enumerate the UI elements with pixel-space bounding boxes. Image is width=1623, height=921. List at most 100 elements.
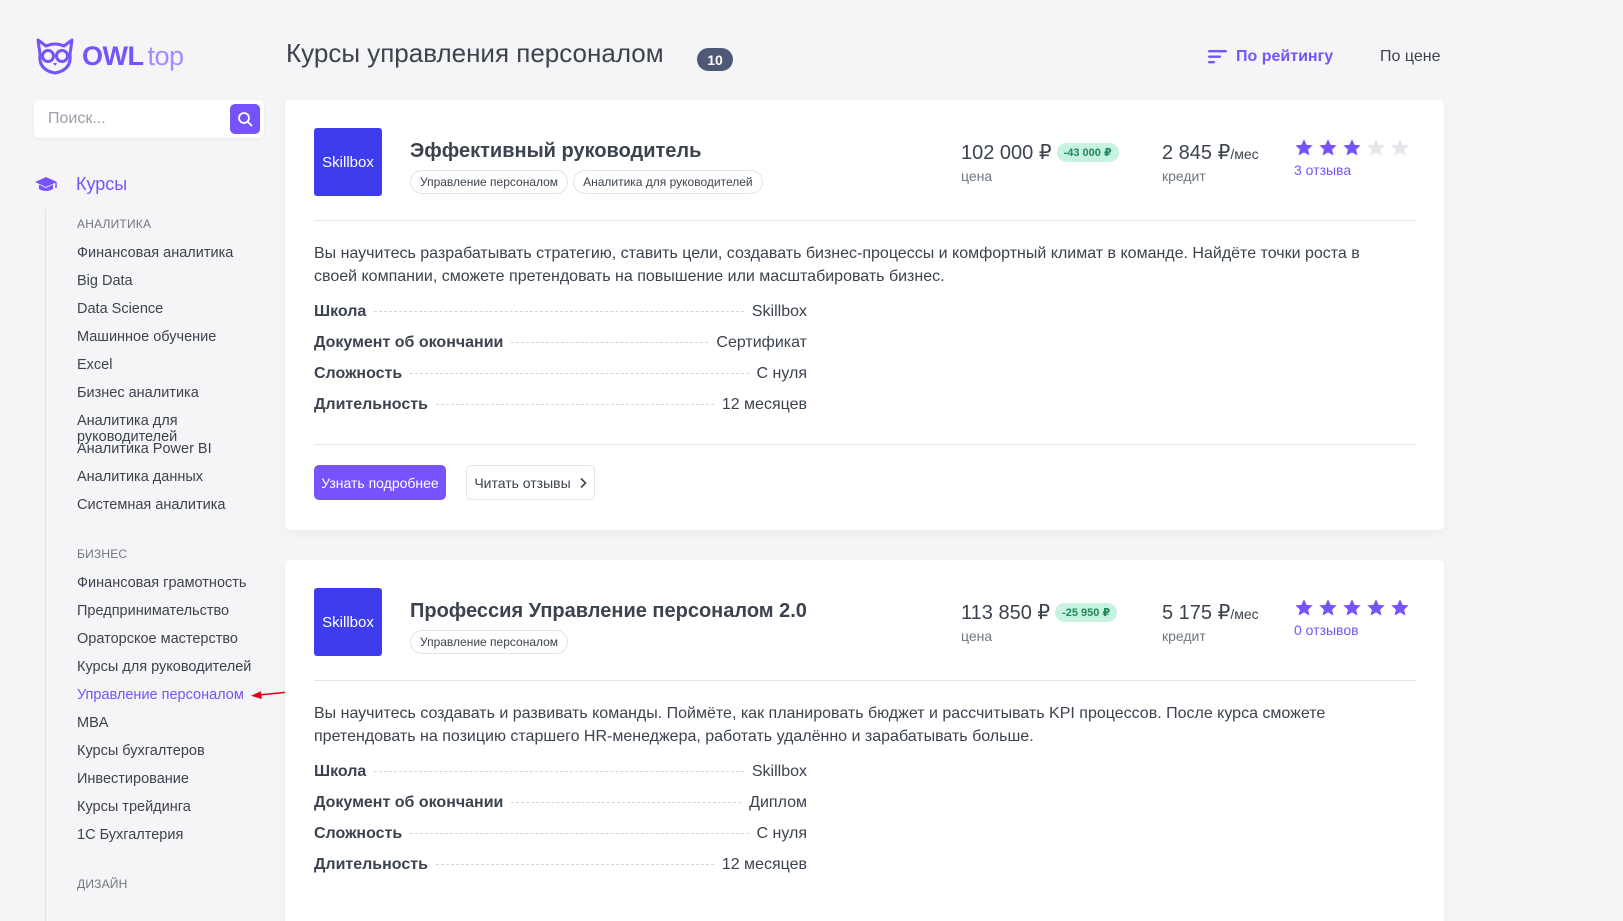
star-filled-icon[interactable] (1342, 138, 1362, 158)
course-tag[interactable]: Управление персоналом (410, 170, 569, 194)
feature-row: Сложность С нуля (314, 825, 807, 856)
feature-dots (374, 311, 744, 312)
menu-item-business-analytics[interactable]: Бизнес аналитика (77, 385, 257, 413)
feature-row: Длительность 12 месяцев (314, 396, 807, 427)
credit-unit: /мес (1230, 606, 1259, 622)
star-empty-icon[interactable] (1366, 138, 1386, 158)
feature-value: Диплом (749, 794, 807, 811)
feature-row: Школа Skillbox (314, 763, 807, 794)
search-box (34, 100, 264, 138)
menu-item-analytics-for-managers[interactable]: Аналитика для руководителей (77, 413, 197, 445)
reviews-count-link[interactable]: 0 отзывов (1294, 622, 1410, 638)
category-title: Бизнес (77, 547, 128, 561)
feature-name: Документ об окончании (314, 334, 504, 351)
course-title[interactable]: Профессия Управление персоналом 2.0 (410, 600, 807, 623)
credit-value: 5 175 ₽ (1162, 602, 1231, 624)
feature-dots (511, 342, 709, 343)
menu-item-trading-courses[interactable]: Курсы трейдинга (77, 799, 257, 827)
sort-by-price-label: По цене (1380, 48, 1441, 65)
menu-item-1c-accounting[interactable]: 1С Бухгалтерия (77, 827, 257, 855)
discount-badge: -25 950 ₽ (1055, 603, 1118, 622)
school-logo[interactable]: Skillbox (314, 128, 382, 196)
course-features: Школа Skillbox Документ об окончании Сер… (314, 303, 807, 427)
feature-dots (435, 864, 714, 865)
chevron-right-icon (580, 477, 587, 488)
menu-item-excel[interactable]: Excel (77, 357, 257, 385)
menu-item-courses-for-managers[interactable]: Курсы для руководителей (77, 659, 257, 687)
feature-value: С нуля (756, 825, 807, 842)
feature-value: Skillbox (751, 303, 807, 320)
course-card: Skillbox Профессия Управление персоналом… (285, 560, 1444, 921)
course-tag[interactable]: Управление персоналом (410, 630, 569, 654)
price-label: цена (961, 168, 993, 184)
price-value: 102 000 ₽ (961, 142, 1052, 164)
menu-item-system-analytics[interactable]: Системная аналитика (77, 497, 257, 525)
course-title[interactable]: Эффективный руководитель (410, 140, 701, 163)
star-filled-icon[interactable] (1366, 598, 1386, 618)
credit-label: кредит (1162, 628, 1206, 644)
sidebar: OWLtop Курсы Аналитика Финансовая аналит… (0, 0, 290, 921)
course-count-badge: 10 (697, 48, 733, 71)
menu-item-data-science[interactable]: Data Science (77, 301, 257, 329)
credit-unit: /мес (1230, 146, 1259, 162)
menu-item-data-analytics[interactable]: Аналитика данных (77, 469, 257, 497)
menu-courses-label: Курсы (76, 174, 128, 194)
menu-item-financial-analytics[interactable]: Финансовая аналитика (77, 245, 257, 273)
star-filled-icon[interactable] (1294, 598, 1314, 618)
feature-name: Школа (314, 763, 367, 780)
menu-item-hr-management[interactable]: Управление персоналом (77, 687, 257, 715)
rating-block: 0 отзывов (1294, 598, 1410, 638)
star-filled-icon[interactable] (1390, 598, 1410, 618)
star-filled-icon[interactable] (1294, 138, 1314, 158)
menu-divider-line (45, 210, 46, 921)
feature-name: Школа (314, 303, 367, 320)
price-block: 102 000 ₽ -43 000 ₽ цена (961, 140, 1119, 184)
menu-courses[interactable]: Курсы (34, 174, 127, 195)
category-title: Дизайн (77, 877, 128, 891)
search-button[interactable] (230, 104, 260, 134)
menu-item-big-data[interactable]: Big Data (77, 273, 257, 301)
logo[interactable]: OWL top (34, 36, 184, 76)
owl-logo-icon (36, 38, 74, 75)
feature-row: Школа Skillbox (314, 303, 807, 334)
star-filled-icon[interactable] (1318, 138, 1338, 158)
course-tags: Управление персоналом (410, 630, 569, 654)
learn-more-button[interactable]: Узнать подробнее (314, 465, 446, 500)
search-input[interactable] (34, 100, 214, 138)
menu-item-power-bi[interactable]: Аналитика Power BI (77, 441, 257, 469)
course-tag[interactable]: Аналитика для руководителей (573, 170, 763, 194)
sort-by-rating-label: По рейтингу (1236, 48, 1334, 65)
menu-item-entrepreneurship[interactable]: Предпринимательство (77, 603, 257, 631)
price-block: 113 850 ₽ -25 950 ₽ цена (961, 600, 1118, 644)
discount-badge: -43 000 ₽ (1056, 143, 1119, 162)
star-filled-icon[interactable] (1318, 598, 1338, 618)
menu-item-investing[interactable]: Инвестирование (77, 771, 257, 799)
logo-text: OWL top (82, 41, 184, 72)
feature-dots (410, 833, 749, 834)
price-value: 113 850 ₽ (961, 602, 1051, 624)
feature-row: Длительность 12 месяцев (314, 856, 807, 887)
menu-item-accountant-courses[interactable]: Курсы бухгалтеров (77, 743, 257, 771)
star-empty-icon[interactable] (1390, 138, 1410, 158)
feature-dots (374, 771, 744, 772)
read-reviews-button[interactable]: Читать отзывы (466, 465, 595, 500)
menu-item-mba[interactable]: MBA (77, 715, 257, 743)
credit-block: 5 175 ₽/мес кредит (1162, 600, 1259, 644)
menu-item-financial-literacy[interactable]: Финансовая грамотность (77, 575, 257, 603)
menu-item-public-speaking[interactable]: Ораторское мастерство (77, 631, 257, 659)
category-analytics: Аналитика Финансовая аналитика Big Data … (77, 217, 257, 525)
sort-by-rating-button[interactable]: По рейтингу (1208, 48, 1333, 66)
school-logo[interactable]: Skillbox (314, 588, 382, 656)
course-features: Школа Skillbox Документ об окончании Дип… (314, 763, 807, 887)
course-tags: Управление персоналом Аналитика для руко… (410, 170, 763, 194)
feature-dots (511, 802, 742, 803)
feature-value: 12 месяцев (721, 396, 807, 413)
read-reviews-label: Читать отзывы (474, 474, 571, 491)
sort-by-price-button[interactable]: По цене (1380, 48, 1440, 66)
feature-name: Длительность (314, 396, 428, 413)
course-description: Вы научитесь создавать и развивать коман… (314, 705, 1326, 745)
card-divider (314, 444, 1416, 445)
reviews-count-link[interactable]: 3 отзыва (1294, 162, 1410, 178)
star-filled-icon[interactable] (1342, 598, 1362, 618)
menu-item-machine-learning[interactable]: Машинное обучение (77, 329, 257, 357)
